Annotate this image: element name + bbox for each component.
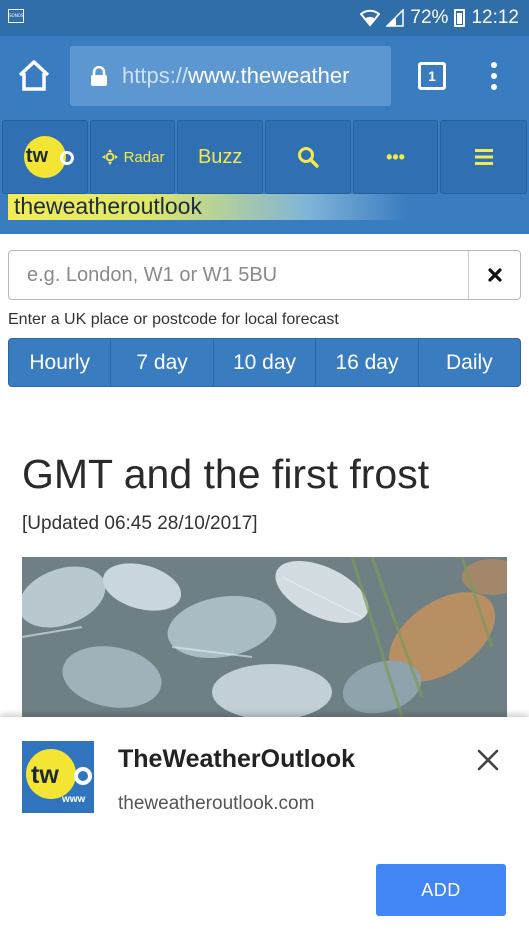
frost-leaves-image <box>22 557 507 717</box>
crosshair-icon <box>101 149 118 165</box>
tab-daily[interactable]: Daily <box>419 339 520 386</box>
site-logo-icon: tw <box>23 136 74 178</box>
tab-10-day[interactable]: 10 day <box>214 339 317 386</box>
app-icon-ring <box>74 767 92 785</box>
app-name: TheWeatherOutlook <box>118 745 356 773</box>
nav-buzz[interactable]: Buzz <box>177 120 264 194</box>
lock-icon <box>91 66 107 86</box>
search-hint: Enter a UK place or postcode for local f… <box>8 311 339 328</box>
wifi-icon <box>360 9 381 27</box>
nav-buzz-label: Buzz <box>197 145 243 168</box>
site-logo-link[interactable]: tw <box>2 120 88 194</box>
tab-hourly[interactable]: Hourly <box>9 339 112 386</box>
overflow-menu-icon[interactable] <box>484 58 504 94</box>
battery-icon <box>454 9 466 27</box>
app-icon-www: www <box>62 794 86 805</box>
app-url: theweatheroutlook.com <box>118 793 315 814</box>
hamburger-icon <box>474 149 493 165</box>
tab-7-day[interactable]: 7 day <box>111 339 214 386</box>
clock: 12:12 <box>471 7 519 28</box>
sonos-notification-icon: SONOS <box>8 9 24 23</box>
add-to-homescreen-sheet: tw www TheWeatherOutlook theweatheroutlo… <box>0 717 529 940</box>
app-icon-text: tw <box>31 761 59 789</box>
article-title: GMT and the first frost <box>22 451 430 497</box>
nav-more[interactable]: ••• <box>352 120 439 194</box>
status-icons: 72% 12:12 <box>360 6 519 30</box>
url-text[interactable]: https://www.theweather <box>122 63 387 89</box>
brand-name: theweatheroutlook <box>14 193 202 219</box>
battery-percent: 72% <box>410 7 449 28</box>
more-icon: ••• <box>386 146 405 167</box>
location-search-input[interactable] <box>9 251 467 299</box>
status-bar: SONOS 72% 12:12 <box>0 0 529 36</box>
add-button[interactable]: ADD <box>376 864 506 916</box>
url-bar[interactable]: https://www.theweather <box>70 46 391 106</box>
forecast-tabs: Hourly 7 day 10 day 16 day Daily <box>8 338 521 387</box>
tab-switcher-button[interactable]: 1 <box>418 62 446 90</box>
article-image-frost <box>22 557 507 717</box>
close-icon <box>488 268 502 282</box>
location-search <box>8 250 521 300</box>
nav-radar-label: Radar <box>123 148 165 166</box>
logo-text: tw <box>25 145 49 167</box>
site-nav: tw Radar Buzz ••• <box>2 120 528 194</box>
close-sheet-icon[interactable] <box>475 747 501 773</box>
site-header: tw Radar Buzz ••• theweatheroutlook <box>0 116 529 234</box>
logo-ring <box>59 151 74 165</box>
url-host: www.theweather <box>188 63 350 88</box>
search-icon <box>297 147 319 168</box>
browser-toolbar: https://www.theweather 1 <box>0 36 529 116</box>
app-icon: tw www <box>22 741 94 813</box>
nav-menu[interactable] <box>440 120 528 194</box>
clear-search-button[interactable] <box>468 251 521 299</box>
url-scheme: https:// <box>122 63 189 88</box>
nav-radar[interactable]: Radar <box>89 120 176 194</box>
article-updated: [Updated 06:45 28/10/2017] <box>22 513 258 534</box>
tab-16-day[interactable]: 16 day <box>316 339 419 386</box>
signal-icon <box>386 9 405 27</box>
home-icon[interactable] <box>16 58 52 94</box>
nav-search[interactable] <box>265 120 351 194</box>
brand-banner: theweatheroutlook <box>8 193 408 220</box>
